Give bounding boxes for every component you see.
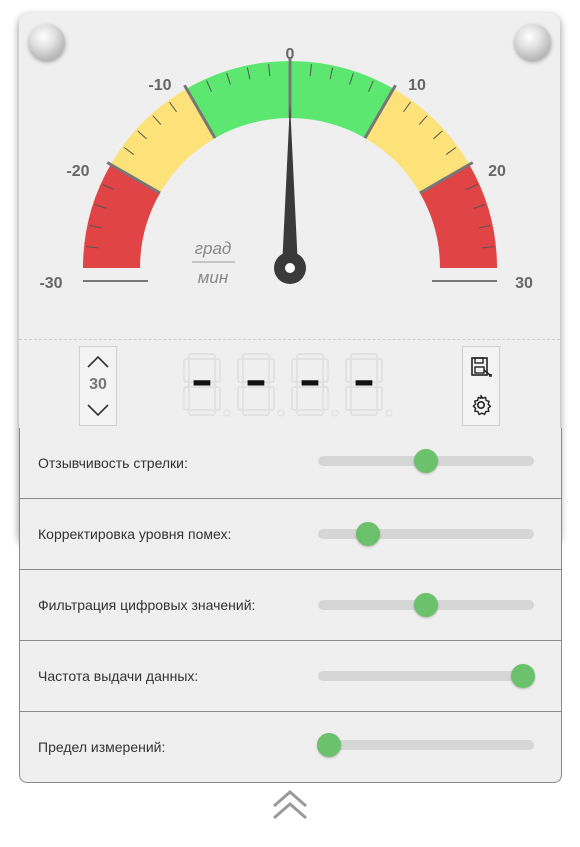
setting-label: Отзывчивость стрелки: [38,455,188,471]
digit-segment [183,358,190,383]
setting-row-measurement-limit: Предел измерений: [20,712,561,782]
save-icon[interactable] [469,355,493,379]
digit-decimal-point [385,409,393,417]
digit-value: - [353,354,375,403]
digit-decimal-point [331,409,339,417]
digit: - [345,353,393,417]
setting-label: Корректировка уровня помех: [38,526,232,542]
digit: - [237,353,285,417]
digit: - [183,353,231,417]
slider-knob[interactable] [316,733,341,757]
digit-value: - [299,354,321,403]
chevron-up-icon[interactable] [86,353,110,369]
setting-row-needle-response: Отзывчивость стрелки: [20,428,561,499]
digital-display-row: 30 ---- [19,339,560,430]
gauge-tick-label: -10 [148,77,171,94]
digit-segment [291,386,298,411]
setting-label: Частота выдачи данных: [38,668,199,684]
gauge-needle-pin [285,263,295,273]
digit-segment [214,386,221,411]
digit-segment [376,358,383,383]
noise-correction-slider[interactable] [318,522,534,546]
digital-filter-slider[interactable] [318,593,534,617]
digit-decimal-point [223,409,231,417]
settings-list: Отзывчивость стрелки: Корректировка уров… [19,428,562,783]
digit-segment [322,386,329,411]
slider-knob[interactable] [414,593,438,617]
digit-segment [345,386,352,411]
digit-segment [268,358,275,383]
digit-decimal-point [277,409,285,417]
gauge-tick-label: 20 [488,163,506,180]
slider-knob[interactable] [414,449,438,473]
data-rate-slider[interactable] [318,664,536,688]
tool-box [462,346,500,426]
gauge-unit-bottom: мин [198,268,229,287]
gauge-tick-label: 30 [515,275,533,292]
digit-value: - [245,354,267,403]
digit-segment [214,358,221,383]
digit-segment [376,386,383,411]
gauge-unit-top: град [195,239,232,258]
chevron-down-icon[interactable] [86,403,110,419]
gear-icon[interactable] [469,393,493,417]
range-value: 30 [89,376,107,393]
setting-label: Фильтрация цифровых значений: [38,597,256,613]
digit-segment [237,386,244,411]
gauge-tick-label: 10 [408,77,426,94]
digit-segment [237,358,244,383]
digit-segment [296,409,324,416]
digit-segment [183,386,190,411]
digit-segment [291,358,298,383]
gauge-tick-label: -20 [66,163,89,180]
double-chevron-up-icon[interactable] [270,788,310,822]
digit-segment [188,409,216,416]
digit-value: - [191,354,213,403]
seven-segment-display: ---- [183,353,393,417]
gauge-tick-label: 0 [286,46,295,63]
digit-segment [322,358,329,383]
digit: - [291,353,339,417]
setting-row-digital-filter: Фильтрация цифровых значений: [20,570,561,641]
setting-row-data-rate: Частота выдачи данных: [20,641,561,712]
slider-knob[interactable] [355,522,380,546]
slider-knob[interactable] [511,664,536,688]
digit-segment [350,409,378,416]
setting-label: Предел измерений: [38,739,166,755]
digit-segment [345,358,352,383]
needle-response-slider[interactable] [318,449,534,473]
digit-segment [242,409,270,416]
digit-segment [268,386,275,411]
setting-row-noise-correction: Корректировка уровня помех: [20,499,561,570]
dial-gauge: -30 -20 -10 0 10 20 30 град мин [39,46,533,292]
gauge-tick-label: -30 [39,275,62,292]
measurement-limit-slider[interactable] [316,733,534,757]
gauge-needle [282,103,298,268]
range-selector: 30 [79,346,117,426]
